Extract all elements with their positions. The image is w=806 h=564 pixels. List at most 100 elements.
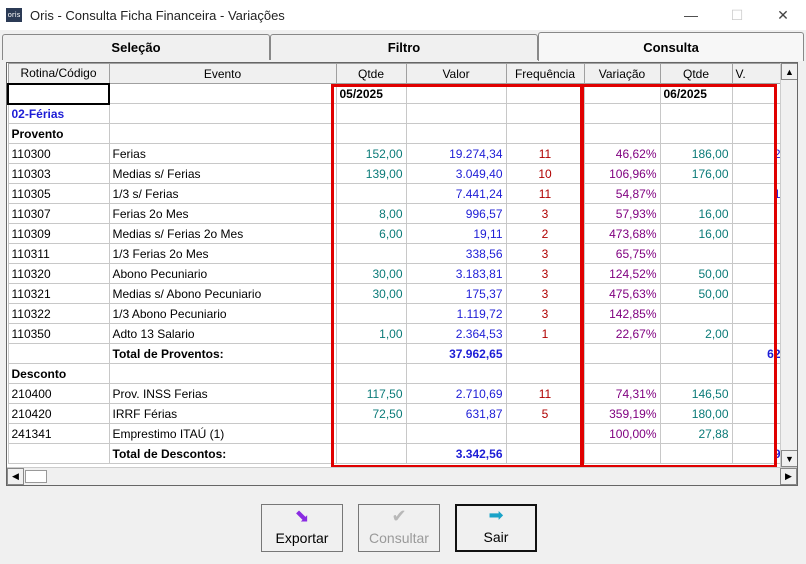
section-row[interactable]: Provento	[7, 123, 785, 144]
cell-evento: 1/3 Ferias 2o Mes	[108, 243, 337, 264]
cell-variacao: 65,75%	[583, 243, 661, 264]
cell-qtde-2: 146,50	[659, 383, 733, 404]
cell-variacao: 74,31%	[583, 383, 661, 404]
cell-frequencia	[505, 343, 585, 364]
consultar-label: Consultar	[369, 530, 429, 546]
group-row[interactable]: 02-Férias	[7, 103, 785, 124]
consulta-grid[interactable]: Rotina/Código Evento Qtde Valor Frequênc…	[6, 62, 798, 486]
cell-evento	[108, 363, 337, 384]
cell-qtde-2: 176,00	[659, 163, 733, 184]
filter-cell[interactable]	[7, 82, 110, 105]
table-row[interactable]: 110309 Medias s/ Ferias 2o Mes 6,00 19,11 2 4…	[7, 223, 785, 244]
sair-button[interactable]: ➡ Sair	[455, 504, 537, 552]
col-header-frequencia[interactable]: Frequência	[505, 63, 585, 84]
cell-frequencia: 10	[505, 163, 585, 184]
cell-code: Provento	[7, 123, 110, 144]
cell-code: 110311	[7, 243, 110, 264]
cell-valor-2: 9	[731, 443, 785, 464]
tab-filtro[interactable]: Filtro	[270, 34, 538, 60]
cell-qtde	[335, 123, 407, 144]
horizontal-scroll-thumb[interactable]	[25, 470, 47, 483]
exportar-button[interactable]: ⬊ Exportar	[261, 504, 343, 552]
cell-evento: IRRF Férias	[108, 403, 337, 424]
cell-frequencia	[505, 423, 585, 444]
cell-qtde	[335, 443, 407, 464]
cell-evento: 1/3 s/ Ferias	[108, 183, 337, 204]
table-row[interactable]: 110320 Abono Pecuniario 30,00 3.183,81 3 124,…	[7, 263, 785, 284]
col-header-qtde[interactable]: Qtde	[335, 63, 407, 84]
cell-valor-2	[731, 163, 785, 184]
col-header-evento[interactable]: Evento	[108, 63, 337, 84]
cell-variacao: 57,93%	[583, 203, 661, 224]
section-row[interactable]: Desconto	[7, 363, 785, 384]
table-row[interactable]: 210400 Prov. INSS Ferias 117,50 2.710,69 11 7…	[7, 383, 785, 404]
col-header-valor[interactable]: Valor	[405, 63, 507, 84]
cell-valor-2	[731, 403, 785, 424]
cell-code: 110303	[7, 163, 110, 184]
table-row[interactable]: 110322 1/3 Abono Pecuniario 1.119,72 3 142,8…	[7, 303, 785, 324]
table-row[interactable]: 210420 IRRF Férias 72,50 631,87 5 359,19% 180,…	[7, 403, 785, 424]
cell-qtde-2: 50,00	[659, 283, 733, 304]
table-row[interactable]: 110321 Medias s/ Abono Pecuniario 30,00 175…	[7, 283, 785, 304]
cell-valor-2	[731, 263, 785, 284]
cell-qtde-2: 180,00	[659, 403, 733, 424]
cell-code: Desconto	[7, 363, 110, 384]
cell-valor: 3.183,81	[405, 263, 507, 284]
cell-evento: Total de Descontos:	[108, 443, 337, 464]
cell-frequencia: 1	[505, 323, 585, 344]
table-row[interactable]: 241341 Emprestimo ITAÚ (1) 100,00% 27,88	[7, 423, 785, 444]
minimize-button[interactable]: —	[668, 0, 714, 30]
col-header-rotina[interactable]: Rotina/Código	[7, 63, 110, 84]
cell-variacao: 106,96%	[583, 163, 661, 184]
table-row[interactable]: 110350 Adto 13 Salario 1,00 2.364,53 1 22,67%…	[7, 323, 785, 344]
scroll-up-arrow-icon[interactable]: ▲	[781, 63, 797, 80]
cell-qtde-2: 2,00	[659, 323, 733, 344]
cell-valor: 19,11	[405, 223, 507, 244]
variacoes-table: Rotina/Código Evento Qtde Valor Frequênc…	[7, 63, 785, 464]
cell-qtde-2	[659, 303, 733, 324]
horizontal-scrollbar[interactable]: ◀ ▶	[7, 467, 797, 485]
cell-qtde-2: 16,00	[659, 203, 733, 224]
cell-valor-2	[731, 303, 785, 324]
cell-evento: Prov. INSS Ferias	[108, 383, 337, 404]
cell-qtde: 30,00	[335, 283, 407, 304]
cell-frequencia: 2	[505, 223, 585, 244]
col-header-variacao[interactable]: Variação	[583, 63, 661, 84]
vertical-scrollbar[interactable]: ▲ ▼	[780, 63, 797, 467]
tab-consulta[interactable]: Consulta	[538, 32, 804, 61]
table-row[interactable]: 110311 1/3 Ferias 2o Mes 338,56 3 65,75%	[7, 243, 785, 264]
exportar-label: Exportar	[275, 530, 329, 546]
scroll-left-arrow-icon[interactable]: ◀	[7, 468, 24, 485]
table-row[interactable]: 110300 Ferias 152,00 19.274,34 11 46,62% 186,0…	[7, 143, 785, 164]
cell-qtde: 8,00	[335, 203, 407, 224]
cell-frequencia: 3	[505, 263, 585, 284]
scroll-down-arrow-icon[interactable]: ▼	[781, 450, 797, 467]
cell-qtde-2	[659, 443, 733, 464]
cell-code: 110309	[7, 223, 110, 244]
cell-code: 110321	[7, 283, 110, 304]
cell-qtde: 117,50	[335, 383, 407, 404]
period-row: 05/2025 06/2025	[7, 82, 785, 105]
cell-qtde: 30,00	[335, 263, 407, 284]
cell-frequencia	[505, 443, 585, 464]
tab-selecao[interactable]: Seleção	[2, 34, 270, 60]
table-row[interactable]: 110303 Medias s/ Ferias 139,00 3.049,40 10 10…	[7, 163, 785, 184]
cell-valor-2: 1	[731, 183, 785, 204]
cell-qtde: 152,00	[335, 143, 407, 164]
table-row[interactable]: 110307 Ferias 2o Mes 8,00 996,57 3 57,93% 16,0…	[7, 203, 785, 224]
cell-qtde-2	[659, 243, 733, 264]
cell-qtde-2	[659, 103, 733, 124]
total-row[interactable]: Total de Proventos: 37.962,65 62	[7, 343, 785, 364]
col-header-valor-2[interactable]: V.	[731, 63, 785, 84]
action-bar: ⬊ Exportar ✔ Consultar ➡ Sair	[0, 494, 806, 554]
scroll-right-arrow-icon[interactable]: ▶	[780, 468, 797, 485]
cell-variacao: 22,67%	[583, 323, 661, 344]
table-row[interactable]: 110305 1/3 s/ Ferias 7.441,24 11 54,87% 1	[7, 183, 785, 204]
cell-qtde-2	[659, 363, 733, 384]
cell-code: 110320	[7, 263, 110, 284]
header-row: Rotina/Código Evento Qtde Valor Frequênc…	[7, 63, 785, 84]
total-row[interactable]: Total de Descontos: 3.342,56 9	[7, 443, 785, 464]
col-header-qtde-2[interactable]: Qtde	[659, 63, 733, 84]
cell-qtde	[335, 303, 407, 324]
close-button[interactable]: ✕	[760, 0, 806, 30]
